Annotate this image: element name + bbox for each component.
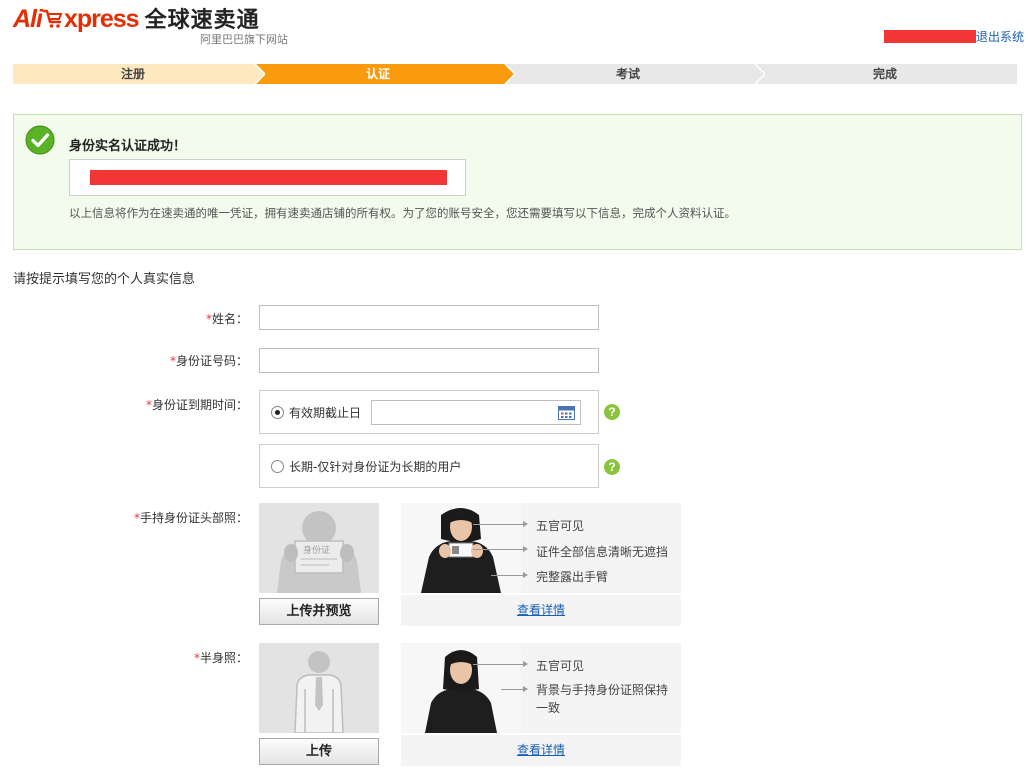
- id-card-placeholder-text: 身份证: [303, 546, 331, 556]
- step-exam-label: 考试: [615, 67, 640, 81]
- form-section-title: 请按提示填写您的个人真实信息: [13, 272, 196, 287]
- logo-chinese-text: 全球速卖通: [144, 8, 260, 33]
- head-photo-label: *手持身份证头部照：: [100, 509, 248, 526]
- step-verify-label: 认证: [365, 67, 390, 81]
- upload-preview-button[interactable]: 上传并预览: [259, 598, 379, 625]
- head-photo-placeholder: 身份证: [259, 503, 379, 593]
- expiry-date-input[interactable]: [371, 400, 581, 425]
- success-description: 以上信息将作为在速卖通的唯一凭证，拥有速卖通店铺的所有权。为了您的账号安全，您还…: [69, 206, 736, 220]
- expiry-date-option-label: 有效期截止日: [289, 406, 362, 420]
- half-body-photo-label-text: 半身照：: [199, 651, 248, 665]
- success-title: 身份实名认证成功！: [69, 139, 187, 154]
- verification-success-panel: 身份实名认证成功！ 以上信息将作为在速卖通的唯一凭证，拥有速卖通店铺的所有权。为…: [13, 114, 1022, 250]
- step-finish: 完成: [753, 64, 1017, 84]
- expiry-date-option[interactable]: 有效期截止日: [259, 390, 599, 434]
- half-body-photo-label: *半身照：: [160, 649, 248, 666]
- step-register-label: 注册: [120, 67, 145, 81]
- example-note: 背景与手持身份证照保持一致: [536, 683, 669, 715]
- step-divider-icon: [753, 64, 765, 84]
- step-verify: 认证: [253, 64, 503, 84]
- id-expiry-label-text: 身份证到期时间：: [151, 398, 248, 412]
- half-body-photo-details-link[interactable]: 查看详情: [401, 735, 681, 766]
- redacted-identity-info: [90, 170, 447, 185]
- progress-steps: 注册 认证 考试 完成: [13, 64, 1017, 84]
- id-expiry-label: *身份证到期时间：: [110, 396, 248, 413]
- head-photo-details-link[interactable]: 查看详情: [401, 595, 681, 626]
- example-note: 证件全部信息清晰无遮挡: [536, 545, 669, 559]
- half-body-photo-example: 五官可见 背景与手持身份证照保持一致: [401, 643, 681, 733]
- example-note: 五官可见: [536, 519, 585, 533]
- step-register: 注册: [13, 64, 253, 84]
- step-divider-icon: [253, 64, 265, 84]
- example-note: 五官可见: [536, 659, 585, 673]
- name-label: *姓名：: [160, 310, 248, 327]
- question-circle-icon[interactable]: ?: [604, 459, 620, 475]
- id-number-label: *身份证号码：: [130, 352, 248, 369]
- check-circle-icon: [25, 125, 55, 155]
- logout-link[interactable]: 退出系统: [976, 28, 1024, 45]
- redacted-username: [884, 30, 976, 43]
- half-body-photo-placeholder: [259, 643, 379, 733]
- question-circle-icon[interactable]: ?: [604, 404, 620, 420]
- expiry-long-term-label: 长期-仅针对身份证为长期的用户: [289, 460, 462, 474]
- step-finish-label: 完成: [872, 67, 897, 81]
- shopping-cart-icon: [42, 9, 63, 28]
- head-photo-example-image: [401, 503, 521, 593]
- person-half-body-icon: [294, 651, 344, 733]
- id-number-input[interactable]: [259, 348, 599, 373]
- head-photo-example: 五官可见 证件全部信息清晰无遮挡 完整露出手臂: [401, 503, 681, 593]
- head-photo-label-text: 手持身份证头部照：: [139, 511, 248, 525]
- calendar-icon[interactable]: [558, 406, 575, 420]
- upload-button[interactable]: 上传: [259, 738, 379, 765]
- name-label-text: 姓名：: [211, 312, 248, 326]
- verified-info-box: [69, 159, 466, 196]
- expiry-long-term-radio[interactable]: [271, 460, 284, 473]
- step-exam: 考试: [503, 64, 753, 84]
- expiry-long-term-option[interactable]: 长期-仅针对身份证为长期的用户: [259, 444, 599, 488]
- logo-xpress-text: xpress: [63, 5, 140, 33]
- step-divider-icon: [503, 64, 515, 84]
- logo-subtitle: 阿里巴巴旗下网站: [200, 33, 288, 46]
- aliexpress-logo[interactable]: Ali xpress 全球速卖通: [13, 2, 260, 33]
- id-number-label-text: 身份证号码：: [175, 354, 248, 368]
- expiry-date-radio[interactable]: [271, 406, 284, 419]
- example-note: 完整露出手臂: [536, 570, 609, 584]
- logo-ali-text: Ali: [13, 5, 43, 33]
- half-body-photo-example-image: [401, 643, 521, 733]
- name-input[interactable]: [259, 305, 599, 330]
